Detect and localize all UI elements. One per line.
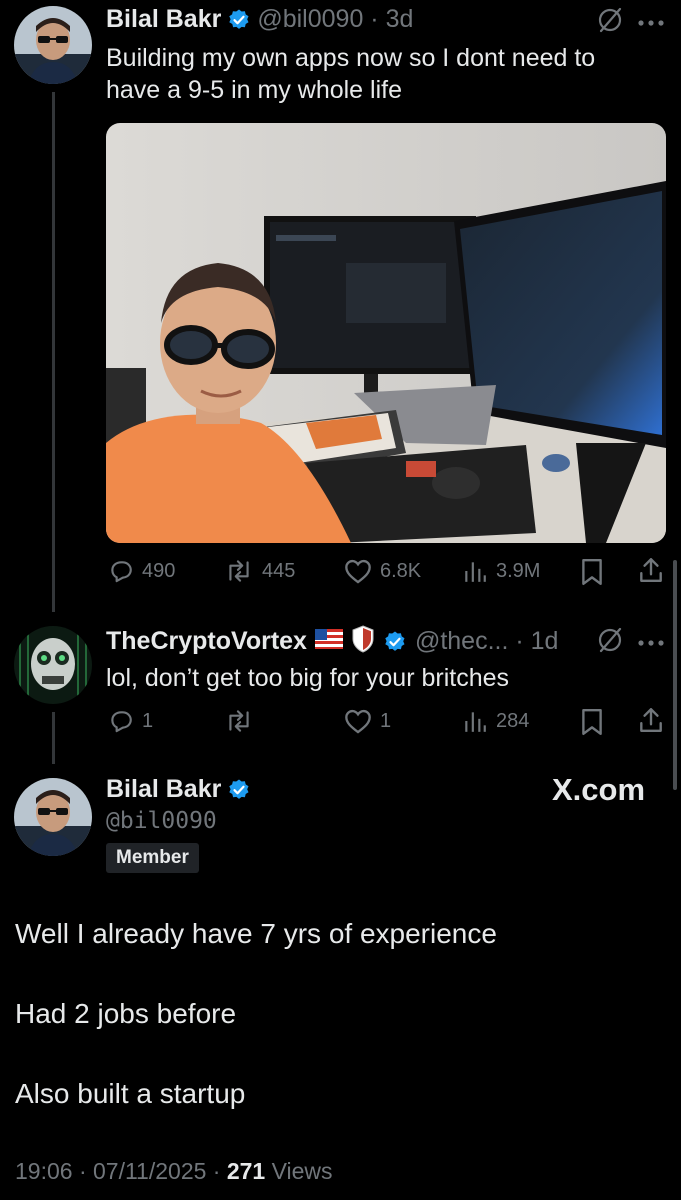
member-badge: Member — [106, 843, 199, 873]
main-text-line: Well I already have 7 yrs of experience — [15, 918, 497, 949]
grok-icon[interactable] — [596, 626, 624, 659]
brand-watermark: X.com — [552, 772, 646, 807]
reply-handle-time[interactable]: @thec... · 1d — [415, 627, 559, 656]
verified-icon — [383, 630, 407, 654]
repost-button[interactable]: 445 — [224, 558, 295, 584]
main-author-name[interactable]: Bilal Bakr — [106, 775, 221, 804]
reply-count: 1 — [142, 709, 154, 732]
reply-header: TheCryptoVortex @thec... · 1d — [106, 625, 558, 658]
more-icon[interactable] — [638, 14, 664, 32]
bookmark-icon[interactable] — [581, 708, 603, 741]
views-icon — [465, 712, 486, 732]
views-label: Views — [265, 1158, 333, 1184]
grok-icon[interactable] — [596, 6, 624, 39]
share-icon[interactable] — [638, 556, 664, 589]
main-author: Bilal Bakr — [106, 775, 251, 804]
tweet-text: Building my own apps now so I dont need … — [106, 44, 596, 104]
us-flag-icon — [314, 629, 343, 654]
bookmark-icon[interactable] — [581, 558, 603, 591]
views-button[interactable]: 284 — [462, 708, 529, 734]
scrollbar[interactable] — [673, 560, 677, 790]
like-button[interactable]: 1 — [344, 708, 391, 734]
share-icon[interactable] — [638, 706, 664, 739]
views-count: 284 — [496, 709, 530, 732]
like-count: 1 — [380, 709, 392, 732]
repost-icon — [229, 560, 249, 582]
views-button[interactable]: 3.9M — [462, 558, 540, 584]
reply-button[interactable]: 1 — [108, 708, 153, 734]
repost-count: 445 — [262, 559, 296, 582]
views-icon — [465, 562, 486, 582]
reply-count: 490 — [142, 559, 176, 582]
reply-icon — [111, 711, 132, 733]
tweet-meta: 19:06 · 07/11/2025 · 271 Views — [15, 1158, 333, 1185]
author-handle-time[interactable]: @bil0090 · 3d — [257, 5, 413, 34]
thread-line — [52, 712, 55, 764]
shield-icon — [351, 625, 375, 658]
repost-button[interactable] — [224, 708, 262, 734]
main-author-handle[interactable]: @bil0090 — [106, 808, 217, 834]
reply-author-name[interactable]: TheCryptoVortex — [106, 627, 307, 656]
main-text-line: Also built a startup — [15, 1078, 246, 1109]
reply-icon — [111, 561, 132, 583]
like-icon — [345, 559, 371, 584]
avatar[interactable] — [14, 778, 92, 856]
views-number: 271 — [226, 1158, 266, 1184]
reply-text: lol, don’t get too big for your britches — [106, 664, 510, 692]
thread-line — [52, 92, 55, 612]
avatar[interactable] — [14, 626, 92, 704]
like-count: 6.8K — [380, 559, 422, 582]
tweet-time[interactable]: 19:06 · 07/11/2025 · — [15, 1158, 227, 1184]
like-icon — [345, 709, 371, 734]
avatar[interactable] — [14, 6, 92, 84]
like-button[interactable]: 6.8K — [344, 558, 421, 584]
tweet-header: Bilal Bakr @bil0090 · 3d — [106, 5, 413, 34]
author-name[interactable]: Bilal Bakr — [106, 5, 221, 34]
repost-icon — [229, 710, 249, 732]
tweet-media-image[interactable] — [106, 123, 666, 543]
views-count: 3.9M — [496, 559, 541, 582]
main-text-line: Had 2 jobs before — [15, 998, 237, 1029]
reply-button[interactable]: 490 — [108, 558, 175, 584]
verified-icon — [227, 8, 251, 32]
more-icon[interactable] — [638, 634, 664, 652]
verified-icon — [227, 778, 251, 802]
